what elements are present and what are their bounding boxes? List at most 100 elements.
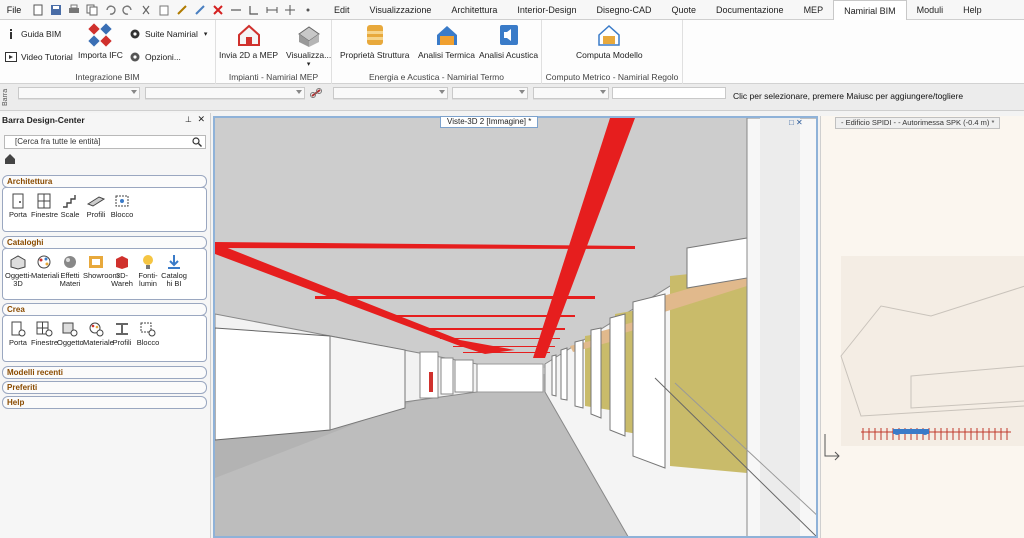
pin-icon[interactable]: ⊥ [185, 115, 192, 124]
search-input[interactable]: [Cerca fra tutte le entità] [4, 135, 206, 149]
tab-interior-design[interactable]: Interior-Design [507, 0, 586, 20]
crea-finestre-item[interactable]: Finestre [31, 321, 58, 347]
dimension-icon[interactable] [264, 2, 280, 18]
new-icon[interactable] [30, 2, 46, 18]
tab-mep[interactable]: MEP [794, 0, 834, 20]
paste-icon[interactable] [156, 2, 172, 18]
opzioni-button[interactable]: Opzioni... [128, 50, 181, 63]
crea-materiale-item[interactable]: Materiale [83, 321, 114, 347]
tab-edit[interactable]: Edit [324, 0, 360, 20]
visualizza-button[interactable]: Visualizza... ▾ [286, 22, 331, 68]
brush-icon[interactable] [174, 2, 190, 18]
crea-porta-item[interactable]: Porta [5, 321, 31, 347]
3d-warehouse-item[interactable]: 3D-Wareh [109, 254, 135, 288]
energia-title: Energia e Acustica - Namirial Termo [369, 72, 504, 82]
lineweight-combo-sub[interactable] [533, 99, 609, 109]
materiali-item[interactable]: Materiali [31, 254, 59, 280]
object-add-icon [62, 322, 78, 337]
invia-2d-label: Invia 2D a MEP [219, 50, 279, 60]
color-combo-sub[interactable] [333, 99, 448, 109]
snap-icon[interactable] [282, 2, 298, 18]
linetype-combo-sub[interactable] [452, 99, 528, 109]
oggetti-3d-item[interactable]: Oggetti-3D [5, 254, 32, 288]
finestre-item[interactable]: Finestre [31, 193, 58, 219]
floor-plan-render [824, 256, 1024, 461]
blocco-item[interactable]: Blocco [109, 193, 135, 219]
video-tutorial-button[interactable]: Video Tutorial [4, 50, 73, 63]
cut-icon[interactable] [138, 2, 154, 18]
style-combo[interactable] [145, 87, 305, 99]
section-modelli-recenti[interactable]: Modelli recenti [2, 366, 207, 379]
crea-oggetto-item[interactable]: Oggetto [57, 321, 84, 347]
style-combo-sub[interactable] [145, 99, 305, 109]
file-menu[interactable]: File [0, 0, 28, 20]
tab-namirial-bim[interactable]: Namirial BIM [833, 0, 907, 21]
group-computo: Computa Modello Computo Metrico - Namiri… [542, 20, 683, 84]
home-icon[interactable] [4, 153, 16, 165]
copy-icon[interactable] [84, 2, 100, 18]
computa-modello-button[interactable]: Computa Modello [576, 22, 643, 60]
redo-icon[interactable] [120, 2, 136, 18]
showroom-icon [89, 256, 103, 268]
house-red-icon [237, 24, 260, 46]
link-icon[interactable] [309, 87, 329, 99]
viewport-window-controls[interactable]: □ ✕ [789, 118, 803, 127]
porta-item[interactable]: Porta [5, 193, 31, 219]
tab-moduli[interactable]: Moduli [907, 0, 954, 20]
ribbon-tabs: Edit Visualizzazione Architettura Interi… [324, 0, 992, 21]
architettura-items: Porta Finestre Scale Profili Blocco [2, 187, 207, 232]
opzioni-label: Opzioni... [145, 51, 181, 62]
tab-visualizzazione[interactable]: Visualizzazione [360, 0, 442, 20]
section-preferiti[interactable]: Preferiti [2, 381, 207, 394]
3d-viewport[interactable] [213, 116, 818, 538]
suite-namirial-button[interactable]: Suite Namirial ▾ [128, 27, 207, 40]
invia-2d-button[interactable]: Invia 2D a MEP [219, 22, 278, 60]
importa-ifc-button[interactable]: Importa IFC [78, 22, 123, 60]
tab-documentazione[interactable]: Documentazione [706, 0, 794, 20]
guida-bim-button[interactable]: Guida BIM [4, 27, 61, 40]
proprieta-struttura-button[interactable]: Proprietà Struttura [340, 22, 409, 60]
line-icon[interactable] [228, 2, 244, 18]
print-icon[interactable] [66, 2, 82, 18]
close-icon[interactable]: ✕ [197, 114, 205, 125]
corridor-render [215, 118, 816, 536]
tab-help[interactable]: Help [953, 0, 992, 20]
analisi-acustica-button[interactable]: Analisi Acustica [479, 22, 538, 60]
plan-viewport[interactable] [820, 116, 1024, 538]
cataloghi-bim-item[interactable]: Catalog hi BI [161, 254, 187, 288]
lineweight-combo[interactable] [533, 87, 609, 99]
block-add-icon [140, 322, 156, 337]
layer-combo-sub[interactable] [18, 99, 140, 109]
tab-quote[interactable]: Quote [661, 0, 706, 20]
profile-icon [87, 196, 105, 207]
section-help[interactable]: Help [2, 396, 207, 409]
effetti-materiali-item[interactable]: Effetti Materi [57, 254, 83, 288]
scale-item[interactable]: Scale [57, 193, 83, 219]
plan-tab[interactable]: - Edificio SPIDI - - Autorimessa SPK (-0… [835, 117, 1001, 129]
more-icon[interactable] [300, 2, 316, 18]
delete-icon[interactable] [210, 2, 226, 18]
crea-profili-item[interactable]: Profili [109, 321, 135, 347]
undo-icon[interactable] [102, 2, 118, 18]
color-combo[interactable] [333, 87, 448, 99]
corner-icon[interactable] [246, 2, 262, 18]
layer-combo[interactable] [18, 87, 140, 99]
door-icon [12, 193, 24, 209]
crea-blocco-item[interactable]: Blocco [135, 321, 161, 347]
save-icon[interactable] [48, 2, 64, 18]
palette-icon [37, 255, 51, 269]
viewport-tab[interactable]: Viste-3D 2 [Immagine] * [440, 116, 539, 128]
fonti-luminose-item[interactable]: Fonti-lumin [135, 254, 161, 288]
analisi-acustica-label: Analisi Acustica [479, 50, 539, 60]
tab-disegno-cad[interactable]: Disegno-CAD [586, 0, 661, 20]
tab-architettura[interactable]: Architettura [441, 0, 507, 20]
linetype-combo[interactable] [452, 87, 528, 99]
group-integrazione-bim: Guida BIM Video Tutorial Importa IFC Sui… [0, 20, 216, 84]
showroom-item[interactable]: Showroom [83, 254, 119, 280]
command-input[interactable] [612, 87, 726, 99]
profili-item[interactable]: Profili [83, 193, 109, 219]
pencil-icon[interactable] [192, 2, 208, 18]
analisi-termica-button[interactable]: Analisi Termica [418, 22, 475, 60]
search-icon[interactable] [192, 137, 202, 151]
analisi-termica-label: Analisi Termica [418, 50, 476, 60]
